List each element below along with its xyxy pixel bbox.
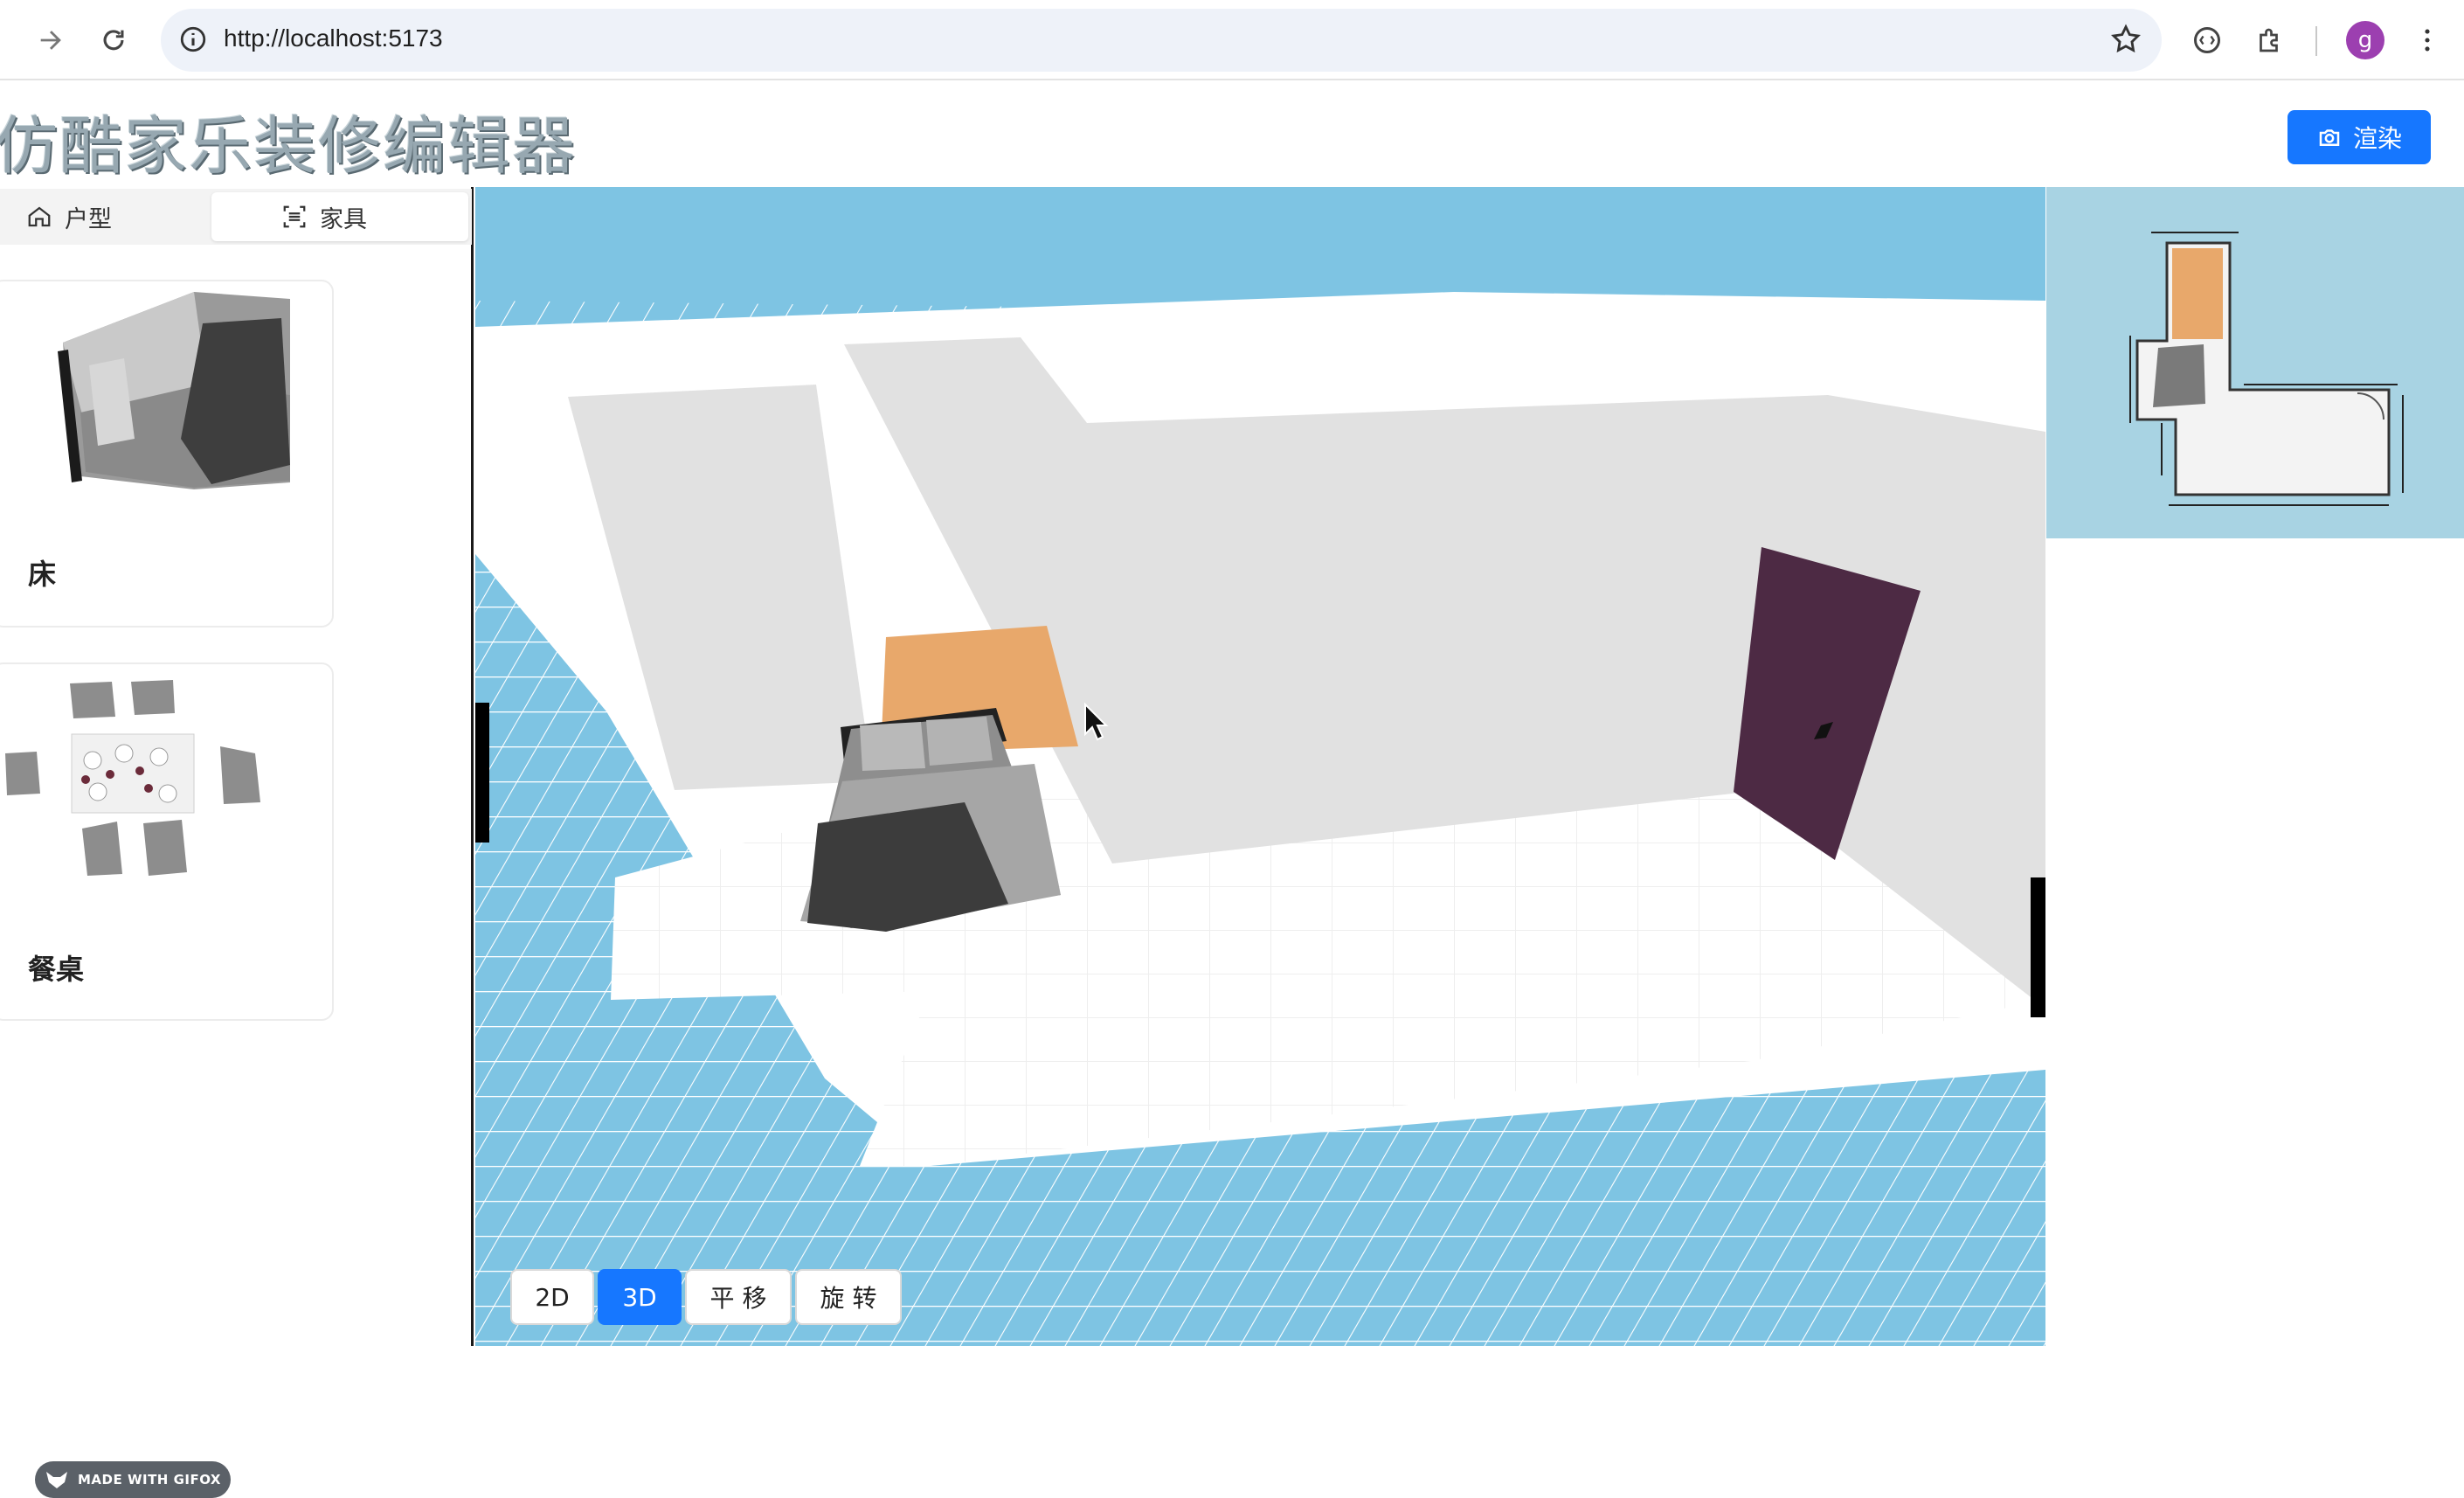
left-edge-marker bbox=[475, 703, 489, 843]
view-controls: 2D 3D 平 移 旋 转 bbox=[510, 1269, 902, 1325]
address-bar[interactable]: http://localhost:5173 bbox=[161, 9, 2162, 72]
furniture-card-bed[interactable]: 床 bbox=[0, 280, 334, 628]
sidebar: 户型 家具 床 餐桌 MADE WITH GIFOX bbox=[0, 187, 474, 1498]
page-title: 仿酷家乐装修编辑器 bbox=[0, 109, 578, 183]
browser-menu-icon[interactable] bbox=[2406, 19, 2448, 61]
fox-logo-icon bbox=[45, 1472, 67, 1488]
bed-thumbnail bbox=[58, 292, 290, 489]
render-button[interactable]: 渲染 bbox=[2288, 110, 2431, 164]
view-3d-button[interactable]: 3D bbox=[598, 1269, 682, 1325]
forward-icon[interactable] bbox=[30, 19, 72, 61]
reload-icon[interactable] bbox=[93, 19, 135, 61]
furniture-card-dining-table[interactable]: 餐桌 bbox=[0, 662, 334, 1021]
furniture-card-label: 床 bbox=[28, 558, 57, 591]
home-icon bbox=[28, 206, 51, 227]
watermark-text: MADE WITH GIFOX bbox=[77, 1472, 221, 1488]
app-header: 仿酷家乐装修编辑器 渲染 bbox=[0, 82, 2464, 187]
camera-icon bbox=[2319, 129, 2340, 146]
site-info-icon[interactable] bbox=[178, 24, 208, 58]
extensions-puzzle-icon[interactable] bbox=[2249, 19, 2291, 61]
browser-toolbar: http://localhost:5173 g bbox=[0, 0, 2464, 80]
tab-furniture[interactable]: 家具 bbox=[211, 192, 468, 241]
dining-table-thumbnail bbox=[5, 680, 260, 876]
render-button-label: 渲染 bbox=[2352, 124, 2402, 153]
right-edge-marker bbox=[2031, 877, 2045, 1017]
sidebar-tabs: 户型 家具 bbox=[0, 189, 472, 245]
bookmark-star-icon[interactable] bbox=[2109, 23, 2142, 59]
profile-avatar[interactable]: g bbox=[2346, 21, 2384, 59]
toolbar-divider bbox=[2315, 26, 2317, 56]
rotate-button[interactable]: 旋 转 bbox=[795, 1269, 902, 1325]
tab-furniture-label: 家具 bbox=[320, 205, 367, 233]
floorplan-minimap[interactable] bbox=[2046, 187, 2464, 538]
furniture-card-label: 餐桌 bbox=[28, 953, 85, 986]
view-2d-button[interactable]: 2D bbox=[510, 1269, 594, 1325]
scene-3d-canvas[interactable] bbox=[475, 187, 2045, 1346]
extension-circle-icon[interactable] bbox=[2186, 19, 2228, 61]
scan-icon bbox=[283, 205, 306, 228]
tab-floorplan[interactable]: 户型 bbox=[26, 192, 201, 241]
url-text: http://localhost:5173 bbox=[224, 24, 443, 52]
gifox-watermark: MADE WITH GIFOX bbox=[35, 1461, 231, 1498]
pan-button[interactable]: 平 移 bbox=[685, 1269, 792, 1325]
tab-floorplan-label: 户型 bbox=[65, 205, 112, 233]
